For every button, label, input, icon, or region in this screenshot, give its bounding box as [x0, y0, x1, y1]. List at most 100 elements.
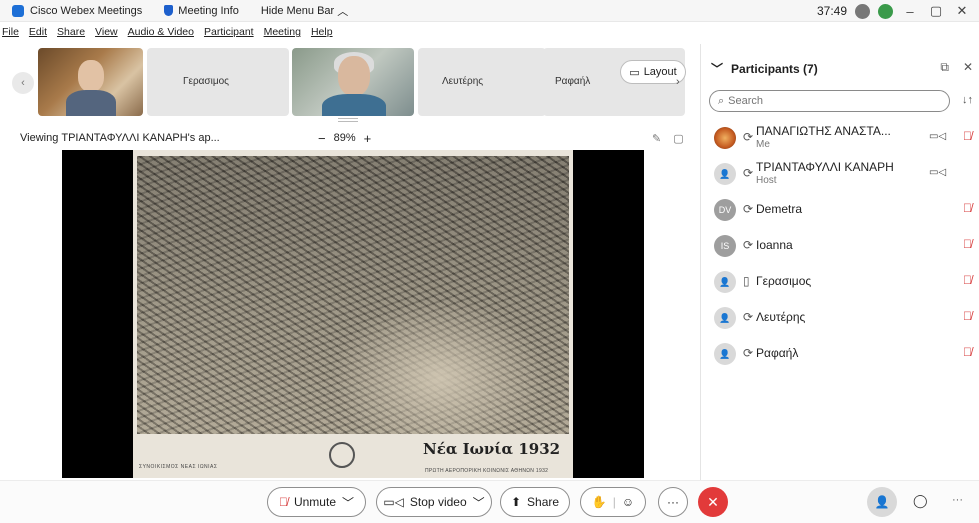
layout-icon: ▭ — [629, 66, 640, 79]
popout-icon[interactable]: ▢ — [673, 132, 683, 145]
menu-meeting[interactable]: Meeting — [264, 26, 301, 38]
strip-next-button[interactable]: › — [676, 76, 690, 90]
hide-menu-label: Hide Menu Bar — [260, 4, 335, 17]
close-panel-icon[interactable]: ✕ — [963, 60, 973, 75]
annotate-icon[interactable]: ✎ — [652, 132, 661, 145]
more-options-button[interactable]: ··· — [658, 487, 688, 517]
menu-share[interactable]: Share — [57, 26, 85, 38]
stop-video-button[interactable]: ▭◁ Stop video ﹀ — [376, 487, 492, 517]
leave-meeting-button[interactable]: ✕ — [698, 487, 728, 517]
zoom-level: 89% — [333, 132, 356, 144]
participant-row[interactable]: 👤 ⟳ Λευτέρης 🎙̸ — [701, 300, 979, 336]
title-bar: Cisco Webex Meetings Meeting Info Hide M… — [0, 0, 979, 22]
chevron-down-icon[interactable]: ﹀ — [711, 60, 723, 77]
video-tile-self[interactable] — [38, 48, 143, 116]
close-window-button[interactable]: ✕ — [953, 3, 971, 19]
unmute-button[interactable]: 🎙̸ Unmute ﹀ — [267, 487, 366, 517]
person-body — [66, 90, 116, 116]
strip-resize-handle[interactable] — [338, 118, 358, 122]
participant-row[interactable]: ⟳ ΠΑΝΑΓΙΩΤΗΣ ΑΝΑΣΤΑ... Me ▭◁ 🎙̸ — [701, 120, 979, 156]
participants-icon: 👤 — [874, 495, 890, 509]
headset-icon: ⟳ — [743, 238, 754, 252]
menu-audio-video[interactable]: Audio & Video — [128, 26, 194, 38]
menu-edit[interactable]: Edit — [29, 26, 47, 38]
chevron-up-icon: ︿ — [337, 5, 349, 18]
person-body — [322, 94, 386, 116]
share-label: Share — [527, 495, 560, 509]
meeting-info-button[interactable]: Meeting Info — [164, 5, 239, 17]
restore-button[interactable]: ▢ — [927, 3, 945, 19]
video-tile-lefteris[interactable]: Λευτέρης — [418, 48, 546, 116]
sort-icon[interactable]: ↓↑ — [962, 94, 973, 106]
share-button[interactable]: ⬆ Share — [500, 487, 570, 517]
minimize-button[interactable]: – — [901, 4, 919, 19]
shared-photo: ΣΥΝΟΙΚΙΣΜΟΣ ΝΕΑΣ ΙΩΝΙΑΣ Νέα Ιωνία 1932 Π… — [133, 150, 573, 478]
participant-row[interactable]: 👤 ▯ Γερασιμος 🎙̸ — [701, 264, 979, 300]
seal-icon — [329, 442, 355, 468]
headset-icon: ⟳ — [743, 310, 754, 324]
camera-icon: ▭◁ — [929, 131, 947, 142]
tile-name: Ραφαήλ — [555, 76, 591, 87]
chevron-down-icon[interactable]: ﹀ — [342, 494, 354, 511]
search-input[interactable] — [728, 95, 929, 107]
video-tile-host[interactable] — [292, 48, 414, 116]
panel-header[interactable]: ﹀ Participants (7) — [711, 60, 818, 77]
menu-participant[interactable]: Participant — [204, 26, 254, 38]
app-name: Cisco Webex Meetings — [30, 4, 143, 17]
participant-row[interactable]: IS ⟳ Ioanna 🎙̸ — [701, 228, 979, 264]
photo-credit-left: ΣΥΝΟΙΚΙΣΜΟΣ ΝΕΑΣ ΙΩΝΙΑΣ — [139, 464, 218, 470]
muted-mic-icon[interactable]: 🎙̸ — [963, 237, 972, 251]
chat-icon[interactable]: ◯ — [913, 493, 928, 509]
shield-icon — [164, 5, 174, 16]
strip-prev-button[interactable]: ‹ — [12, 72, 34, 94]
title-bar-right: 37:49 – ▢ ✕ — [817, 0, 971, 22]
headset-icon: ⟳ — [743, 202, 754, 216]
photo-credit-right: ΠΡΩΤΗ ΑΕΡΟΠΟΡΙΚΗ ΚΟΙΝΩΝΙΣ ΑΘΗΝΩΝ 1932 — [425, 468, 549, 474]
headset-icon: ⟳ — [743, 130, 754, 144]
participant-row[interactable]: 👤 ⟳ Ραφαήλ 🎙̸ — [701, 336, 979, 372]
hide-menu-bar-button[interactable]: Hide Menu Bar ︿ — [261, 3, 348, 19]
zoom-out-button[interactable]: − — [318, 131, 326, 146]
divider: | — [612, 495, 616, 509]
emoji-icon[interactable]: ☺ — [622, 495, 634, 509]
chevron-down-icon[interactable]: ﹀ — [473, 494, 485, 511]
participant-name: Ioanna — [756, 238, 793, 252]
participant-role: Me — [756, 139, 770, 150]
popout-panel-icon[interactable]: ⧉ — [940, 60, 949, 75]
participant-row[interactable]: 👤 ⟳ ΤΡΙΑΝΤΑΦΥΛΛΙ ΚΑΝΑΡΗ Host ▭◁ — [701, 156, 979, 192]
participant-name: ΤΡΙΑΝΤΑΦΥΛΛΙ ΚΑΝΑΡΗ — [756, 160, 894, 174]
menu-file[interactable]: File — [2, 26, 19, 38]
participant-row[interactable]: DV ⟳ Demetra 🎙̸ — [701, 192, 979, 228]
view-tools: ✎ ▢ — [652, 132, 684, 145]
user-avatar-icon[interactable] — [878, 3, 893, 19]
muted-mic-icon[interactable]: 🎙̸ — [963, 201, 972, 215]
participant-list: ⟳ ΠΑΝΑΓΙΩΤΗΣ ΑΝΑΣΤΑ... Me ▭◁ 🎙̸ 👤 ⟳ ΤΡΙΑ… — [701, 120, 979, 372]
person-head — [78, 60, 104, 92]
participant-role: Host — [756, 175, 777, 186]
video-tile-gerasimos[interactable]: Γερασιμος — [147, 48, 289, 116]
menu-bar: File Edit Share View Audio & Video Parti… — [0, 22, 333, 42]
muted-mic-icon[interactable]: 🎙̸ — [963, 309, 972, 323]
zoom-in-button[interactable]: + — [364, 131, 372, 146]
network-status-icon[interactable] — [855, 3, 870, 19]
participants-panel: ﹀ Participants (7) ⧉ ✕ ⌕ ↓↑ ⟳ ΠΑΝΑΓΙΩΤΗΣ… — [700, 44, 979, 480]
muted-mic-icon[interactable]: 🎙̸ — [963, 345, 972, 359]
participant-name: Demetra — [756, 202, 803, 216]
aerial-photo-image — [137, 156, 569, 434]
panel-title: Participants (7) — [731, 61, 818, 76]
more-panels-button[interactable]: ··· — [952, 494, 963, 506]
muted-mic-icon: 🎙̸ — [278, 495, 288, 509]
avatar: IS — [714, 235, 736, 257]
video-camera-icon: ▭◁ — [383, 495, 404, 509]
menu-help[interactable]: Help — [311, 26, 333, 38]
participant-search[interactable]: ⌕ — [709, 90, 950, 112]
zoom-control: − 89% + — [318, 131, 371, 146]
menu-view[interactable]: View — [95, 26, 118, 38]
muted-mic-icon[interactable]: 🎙̸ — [963, 273, 972, 287]
raise-hand-icon[interactable]: ✋ — [592, 495, 607, 509]
participant-name: Λευτέρης — [756, 310, 806, 324]
participants-panel-button[interactable]: 👤 — [867, 487, 897, 517]
muted-mic-icon[interactable]: 🎙̸ — [963, 129, 972, 143]
tile-name: Λευτέρης — [442, 76, 484, 87]
chevron-left-icon: ‹ — [21, 77, 25, 89]
